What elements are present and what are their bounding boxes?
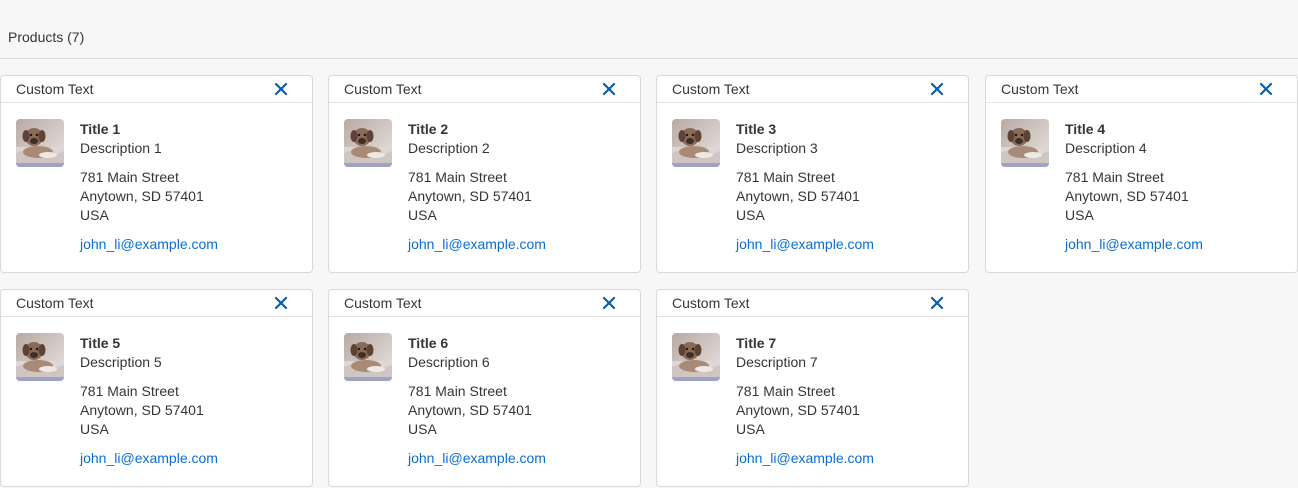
- avatar: [16, 119, 64, 167]
- list-toolbar: Products (7): [0, 0, 1298, 59]
- card-address: 781 Main Street Anytown, SD 57401 USA: [736, 168, 961, 225]
- avatar: [16, 333, 64, 381]
- card-address: 781 Main Street Anytown, SD 57401 USA: [80, 168, 305, 225]
- product-card: Custom Text Title 3 Description 3 781 Ma…: [656, 75, 969, 273]
- card-body: Title 7 Description 7 781 Main Street An…: [736, 334, 961, 468]
- card-title: Title 7: [736, 335, 777, 351]
- avatar: [344, 333, 392, 381]
- card-address: 781 Main Street Anytown, SD 57401 USA: [80, 382, 305, 439]
- card-header: Custom Text: [657, 76, 968, 103]
- product-card: Custom Text Title 1 Description 1 781 Ma…: [0, 75, 313, 273]
- card-header-text: Custom Text: [672, 295, 750, 311]
- card-description: Description 6: [408, 354, 490, 370]
- card-title: Title 4: [1065, 121, 1106, 137]
- address-line: USA: [80, 207, 109, 223]
- card-title: Title 3: [736, 121, 777, 137]
- address-line: 781 Main Street: [80, 383, 179, 399]
- card-header: Custom Text: [986, 76, 1297, 103]
- card-description: Description 1: [80, 140, 162, 156]
- card-body: Title 5 Description 5 781 Main Street An…: [80, 334, 305, 468]
- card-description: Description 3: [736, 140, 818, 156]
- close-icon[interactable]: [274, 296, 288, 310]
- address-line: Anytown, SD 57401: [408, 188, 532, 204]
- card-body: Title 1 Description 1 781 Main Street An…: [80, 120, 305, 254]
- product-card: Custom Text Title 5 Description 5 781 Ma…: [0, 289, 313, 487]
- card-address: 781 Main Street Anytown, SD 57401 USA: [736, 382, 961, 439]
- email-link[interactable]: john_li@example.com: [1065, 235, 1290, 254]
- card-header-text: Custom Text: [344, 295, 422, 311]
- address-line: USA: [80, 421, 109, 437]
- email-link[interactable]: john_li@example.com: [408, 235, 633, 254]
- address-line: Anytown, SD 57401: [1065, 188, 1189, 204]
- card-description: Description 4: [1065, 140, 1147, 156]
- card-header-text: Custom Text: [344, 81, 422, 97]
- avatar: [1001, 119, 1049, 167]
- card-header-text: Custom Text: [672, 81, 750, 97]
- close-icon[interactable]: [602, 296, 616, 310]
- card-title: Title 2: [408, 121, 449, 137]
- address-line: 781 Main Street: [1065, 169, 1164, 185]
- email-link[interactable]: john_li@example.com: [80, 235, 305, 254]
- email-link[interactable]: john_li@example.com: [80, 449, 305, 468]
- address-line: USA: [408, 421, 437, 437]
- address-line: 781 Main Street: [408, 383, 507, 399]
- card-address: 781 Main Street Anytown, SD 57401 USA: [1065, 168, 1290, 225]
- address-line: USA: [1065, 207, 1094, 223]
- close-icon[interactable]: [930, 296, 944, 310]
- card-description: Description 7: [736, 354, 818, 370]
- address-line: Anytown, SD 57401: [80, 188, 204, 204]
- card-title: Title 5: [80, 335, 121, 351]
- card-header-text: Custom Text: [1001, 81, 1079, 97]
- product-card: Custom Text Title 2 Description 2 781 Ma…: [328, 75, 641, 273]
- address-line: 781 Main Street: [80, 169, 179, 185]
- close-icon[interactable]: [1259, 82, 1273, 96]
- product-card: Custom Text Title 4 Description 4 781 Ma…: [985, 75, 1298, 273]
- card-header: Custom Text: [1, 290, 312, 317]
- close-icon[interactable]: [274, 82, 288, 96]
- card-description: Description 5: [80, 354, 162, 370]
- card-header: Custom Text: [329, 76, 640, 103]
- card-title: Title 1: [80, 121, 121, 137]
- card-description: Description 2: [408, 140, 490, 156]
- page: Products (7) Custom Text Title 1 Descrip…: [0, 0, 1298, 488]
- address-line: Anytown, SD 57401: [736, 188, 860, 204]
- email-link[interactable]: john_li@example.com: [736, 449, 961, 468]
- card-header: Custom Text: [1, 76, 312, 103]
- email-link[interactable]: john_li@example.com: [736, 235, 961, 254]
- avatar: [344, 119, 392, 167]
- product-card: Custom Text Title 6 Description 6 781 Ma…: [328, 289, 641, 487]
- card-body: Title 6 Description 6 781 Main Street An…: [408, 334, 633, 468]
- close-icon[interactable]: [602, 82, 616, 96]
- card-body: Title 3 Description 3 781 Main Street An…: [736, 120, 961, 254]
- avatar: [672, 119, 720, 167]
- card-address: 781 Main Street Anytown, SD 57401 USA: [408, 382, 633, 439]
- address-line: USA: [736, 207, 765, 223]
- list-title: Products (7): [8, 29, 85, 45]
- address-line: Anytown, SD 57401: [736, 402, 860, 418]
- card-body: Title 2 Description 2 781 Main Street An…: [408, 120, 633, 254]
- email-link[interactable]: john_li@example.com: [408, 449, 633, 468]
- address-line: 781 Main Street: [736, 383, 835, 399]
- address-line: USA: [736, 421, 765, 437]
- address-line: Anytown, SD 57401: [408, 402, 532, 418]
- address-line: USA: [408, 207, 437, 223]
- card-address: 781 Main Street Anytown, SD 57401 USA: [408, 168, 633, 225]
- product-card: Custom Text Title 7 Description 7 781 Ma…: [656, 289, 969, 487]
- address-line: 781 Main Street: [408, 169, 507, 185]
- card-header: Custom Text: [657, 290, 968, 317]
- card-body: Title 4 Description 4 781 Main Street An…: [1065, 120, 1290, 254]
- close-icon[interactable]: [930, 82, 944, 96]
- address-line: Anytown, SD 57401: [80, 402, 204, 418]
- card-header: Custom Text: [329, 290, 640, 317]
- card-header-text: Custom Text: [16, 295, 94, 311]
- avatar: [672, 333, 720, 381]
- address-line: 781 Main Street: [736, 169, 835, 185]
- card-title: Title 6: [408, 335, 449, 351]
- card-header-text: Custom Text: [16, 81, 94, 97]
